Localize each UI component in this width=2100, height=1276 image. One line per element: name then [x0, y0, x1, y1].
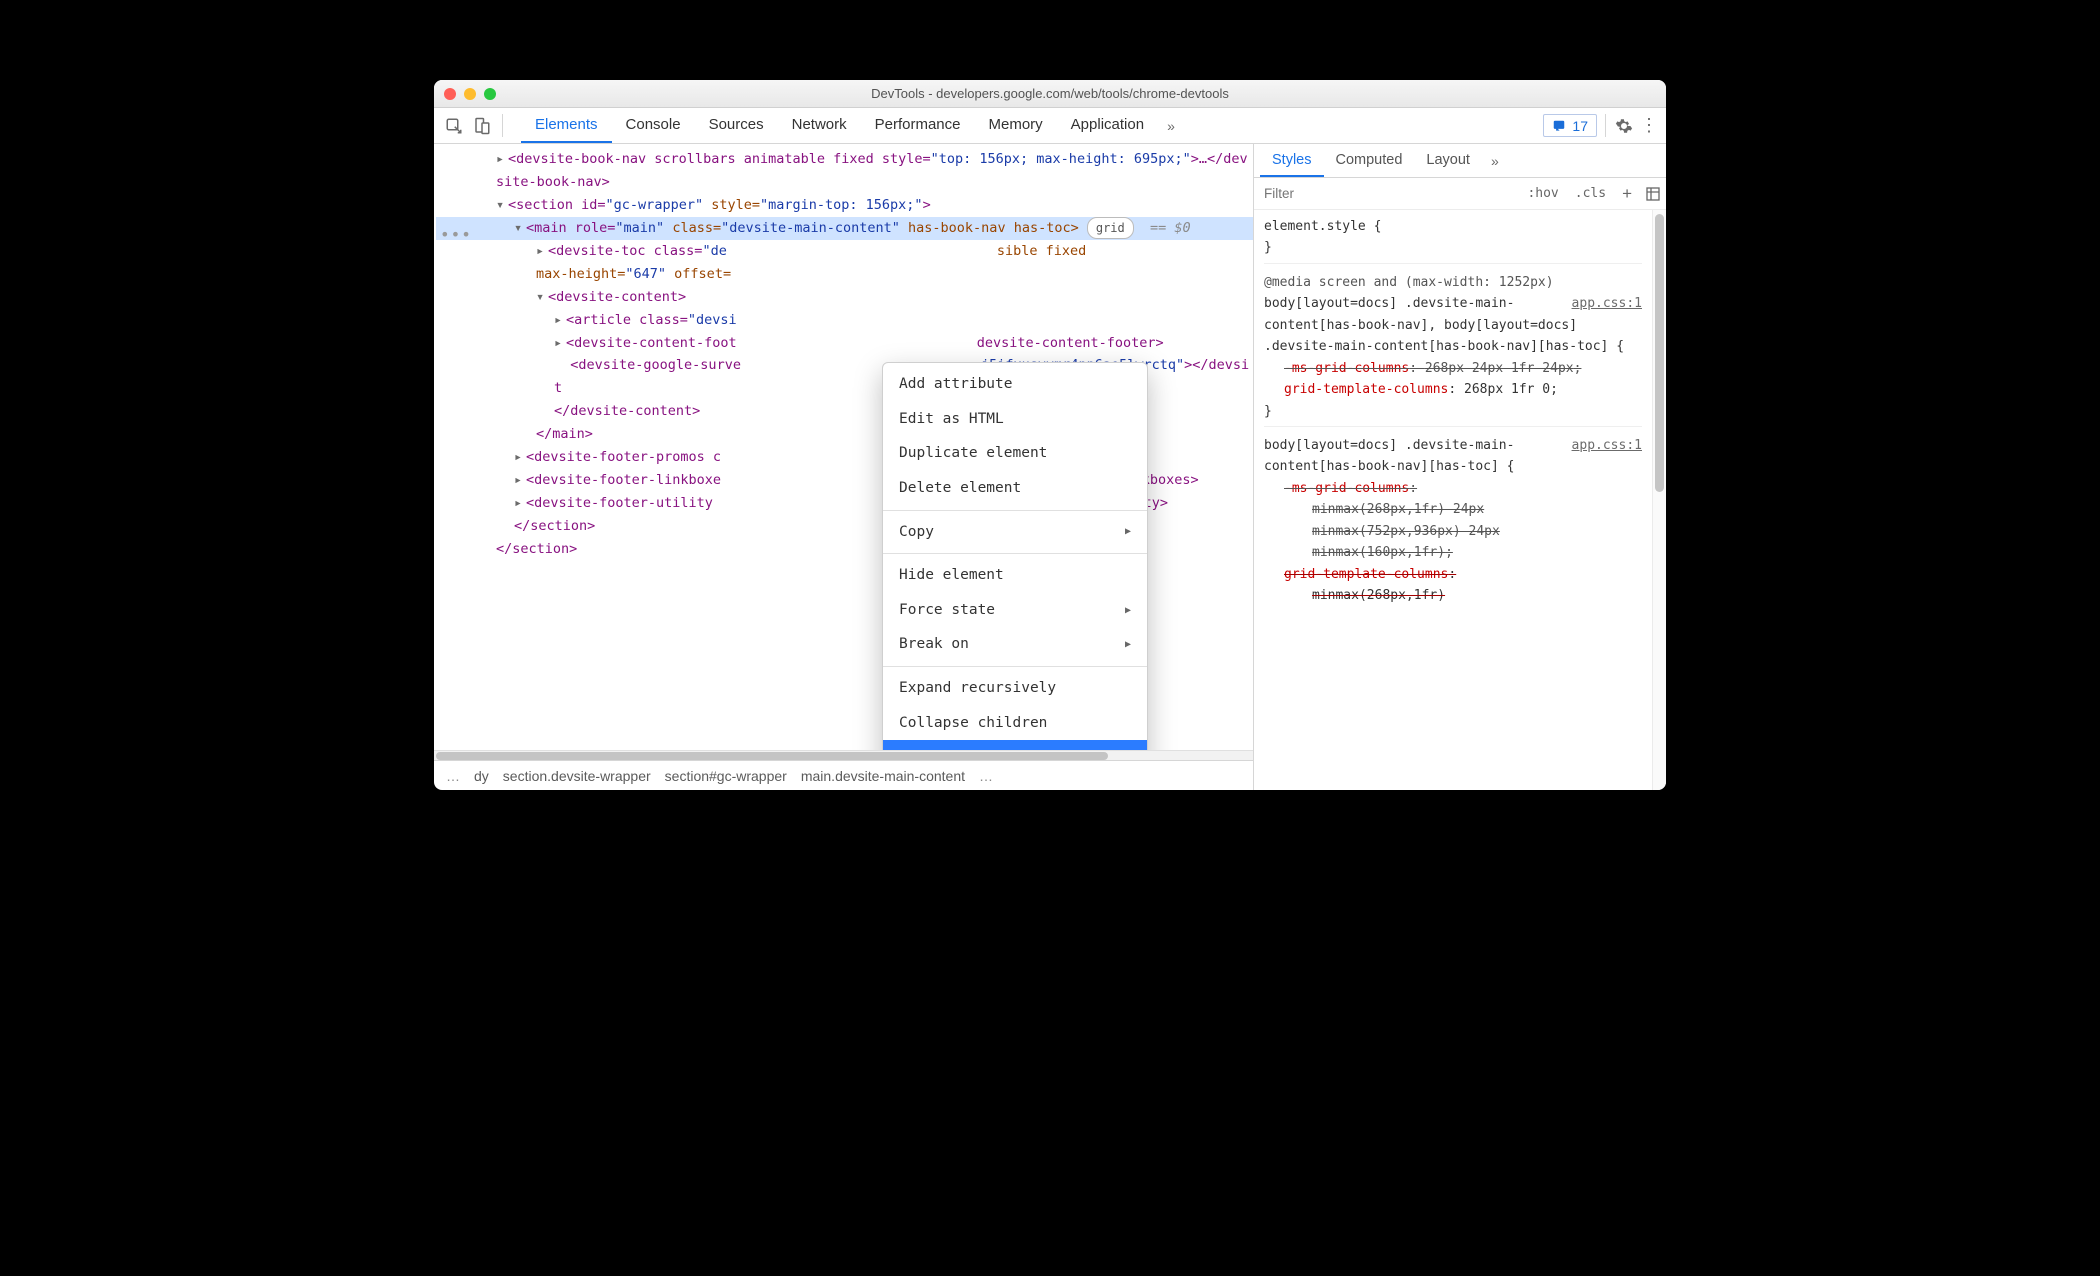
panel-tabs: Elements Console Sources Network Perform…	[521, 108, 1539, 143]
styles-panel: Styles Computed Layout » :hov .cls + ele…	[1254, 144, 1666, 790]
cls-button[interactable]: .cls	[1567, 186, 1614, 201]
kebab-icon[interactable]: ⋮	[1638, 108, 1660, 143]
inspect-element-icon[interactable]	[440, 108, 468, 143]
ctx-edit-as-html[interactable]: Edit as HTML	[883, 402, 1147, 437]
elements-panel: ▸<devsite-book-nav scrollbars animatable…	[434, 144, 1254, 790]
horizontal-scrollbar[interactable]	[434, 750, 1253, 760]
ctx-duplicate-element[interactable]: Duplicate element	[883, 436, 1147, 471]
errors-count: 17	[1572, 118, 1588, 134]
errors-badge[interactable]: 17	[1543, 114, 1597, 137]
breadcrumb-overflow-right[interactable]: …	[979, 768, 993, 784]
breadcrumb-overflow-left[interactable]: …	[446, 768, 460, 784]
tab-memory[interactable]: Memory	[975, 108, 1057, 143]
tab-application[interactable]: Application	[1057, 108, 1158, 143]
breadcrumb-item[interactable]: section.devsite-wrapper	[503, 768, 651, 784]
gutter-dots-icon[interactable]: •••	[440, 221, 472, 248]
stab-computed[interactable]: Computed	[1324, 144, 1415, 177]
breadcrumb-item[interactable]: dy	[474, 768, 489, 784]
ctx-expand-recursively[interactable]: Expand recursively	[883, 671, 1147, 706]
ctx-force-state[interactable]: Force state	[883, 593, 1147, 628]
styles-filter-input[interactable]	[1254, 178, 1519, 209]
stylesheet-link[interactable]: app.css:1	[1572, 435, 1642, 456]
stylesheet-link[interactable]: app.css:1	[1572, 293, 1642, 314]
ctx-collapse-children[interactable]: Collapse children	[883, 706, 1147, 741]
vertical-scrollbar[interactable]	[1652, 210, 1666, 790]
more-tabs-icon[interactable]: »	[1158, 108, 1184, 143]
device-toolbar-icon[interactable]	[468, 108, 496, 143]
gear-icon[interactable]	[1610, 108, 1638, 143]
selected-node[interactable]: ••• ▾<main role="main" class="devsite-ma…	[436, 217, 1253, 240]
stab-layout[interactable]: Layout	[1414, 144, 1482, 177]
grid-badge[interactable]: grid	[1087, 217, 1134, 239]
tab-performance[interactable]: Performance	[861, 108, 975, 143]
context-menu: Add attribute Edit as HTML Duplicate ele…	[882, 362, 1148, 750]
tab-network[interactable]: Network	[778, 108, 861, 143]
style-rules[interactable]: element.style { } @media screen and (max…	[1254, 210, 1652, 790]
hov-button[interactable]: :hov	[1519, 186, 1566, 201]
main-toolbar: Elements Console Sources Network Perform…	[434, 108, 1666, 144]
window-title: DevTools - developers.google.com/web/too…	[434, 86, 1666, 101]
new-rule-icon[interactable]: +	[1614, 184, 1640, 204]
tab-sources[interactable]: Sources	[695, 108, 778, 143]
breadcrumb: … dy section.devsite-wrapper section#gc-…	[434, 760, 1253, 790]
tab-console[interactable]: Console	[612, 108, 695, 143]
devtools-window: DevTools - developers.google.com/web/too…	[434, 80, 1666, 790]
dom-tree[interactable]: ▸<devsite-book-nav scrollbars animatable…	[434, 144, 1253, 750]
ctx-capture-node-screenshot[interactable]: Capture node screenshot	[883, 740, 1147, 750]
styles-more-icon[interactable]: »	[1482, 153, 1508, 169]
breadcrumb-item[interactable]: section#gc-wrapper	[665, 768, 787, 784]
titlebar: DevTools - developers.google.com/web/too…	[434, 80, 1666, 108]
tab-elements[interactable]: Elements	[521, 108, 612, 143]
ctx-add-attribute[interactable]: Add attribute	[883, 367, 1147, 402]
stab-styles[interactable]: Styles	[1260, 144, 1324, 177]
breadcrumb-item[interactable]: main.devsite-main-content	[801, 768, 965, 784]
ctx-break-on[interactable]: Break on	[883, 627, 1147, 662]
ctx-delete-element[interactable]: Delete element	[883, 471, 1147, 506]
computed-toggle-icon[interactable]	[1640, 186, 1666, 202]
ctx-copy[interactable]: Copy	[883, 515, 1147, 550]
ctx-hide-element[interactable]: Hide element	[883, 558, 1147, 593]
